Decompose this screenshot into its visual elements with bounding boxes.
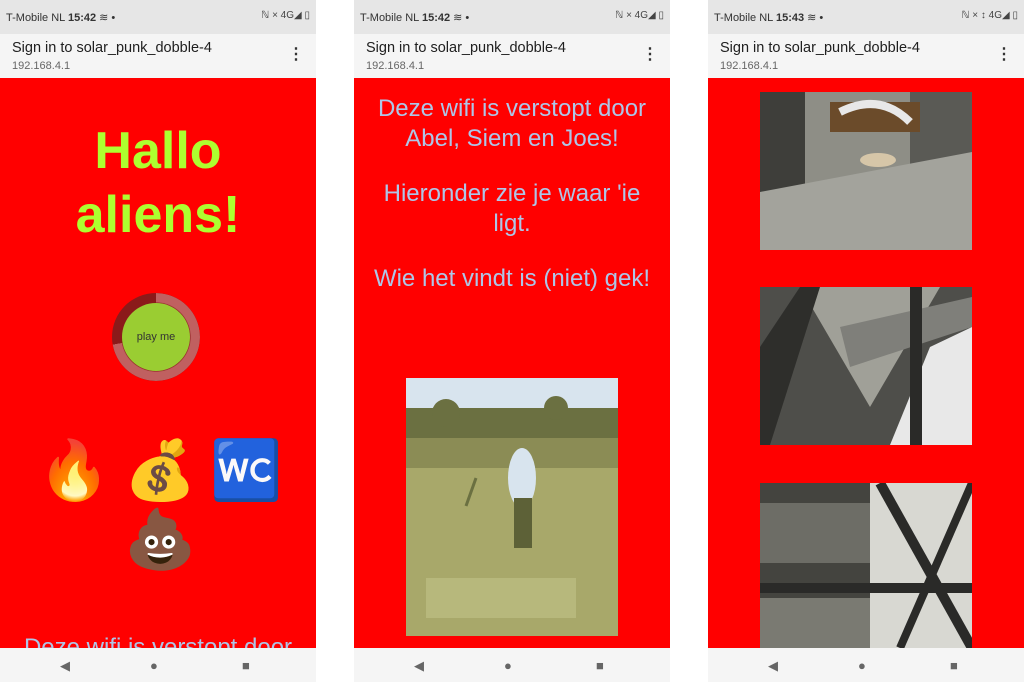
home-icon[interactable]: ● (150, 658, 158, 673)
overflow-menu-icon[interactable]: ⋮ (288, 47, 304, 63)
carrier: T-Mobile NL (360, 12, 419, 24)
back-icon[interactable]: ◀ (414, 658, 424, 674)
overflow-menu-icon[interactable]: ⋮ (642, 47, 658, 63)
home-icon[interactable]: ● (504, 658, 512, 673)
wc-icon: 🚾 (210, 438, 283, 503)
heading-line-2: aliens! (75, 186, 241, 244)
status-icons: ℕ × 4G◢ ▯ (615, 10, 664, 21)
page-title: Sign in to solar_punk_dobble-4 (720, 40, 920, 56)
intro-text-cut: Deze wifi is verstopt door (23, 634, 293, 648)
status-icons: ℕ × ↕ 4G◢ ▯ (961, 10, 1019, 21)
wifi-icon: ≋ • (807, 12, 824, 24)
clock: 15:42 (421, 12, 451, 24)
system-nav-bar: ◀ ● ■ (708, 648, 1024, 682)
url-bar: Sign in to solar_punk_dobble-4 192.168.4… (0, 34, 316, 78)
clock: 15:43 (775, 12, 805, 24)
home-icon[interactable]: ● (858, 658, 866, 673)
wifi-icon: ≋ • (99, 12, 116, 24)
carrier: T-Mobile NL (714, 12, 773, 24)
wifi-icon: ≋ • (453, 12, 470, 24)
status-bar: T-Mobile NL 15:43 ≋ • ℕ × ↕ 4G◢ ▯ (708, 0, 1024, 34)
fire-icon: 🔥 (38, 438, 111, 503)
recents-icon[interactable]: ■ (242, 658, 250, 673)
poop-icon: 💩 (124, 507, 197, 572)
page-title: Sign in to solar_punk_dobble-4 (366, 40, 566, 56)
phone-1: T-Mobile NL 15:42 ≋ • ℕ × 4G◢ ▯ Sign in … (0, 0, 316, 682)
system-nav-bar: ◀ ● ■ (354, 648, 670, 682)
url-bar: Sign in to solar_punk_dobble-4 192.168.4… (708, 34, 1024, 78)
phone-2: T-Mobile NL 15:42 ≋ • ℕ × 4G◢ ▯ Sign in … (354, 0, 670, 682)
captive-page[interactable] (708, 78, 1024, 648)
captive-page[interactable]: Hallo aliens! play me 🔥 💰 🚾 💩 Deze wifi … (0, 78, 316, 648)
page-title: Sign in to solar_punk_dobble-4 (12, 40, 212, 56)
recents-icon[interactable]: ■ (596, 658, 604, 673)
back-icon[interactable]: ◀ (60, 658, 70, 674)
overflow-menu-icon[interactable]: ⋮ (996, 47, 1012, 63)
status-bar: T-Mobile NL 15:42 ≋ • ℕ × 4G◢ ▯ (354, 0, 670, 34)
page-url: 192.168.4.1 (720, 60, 779, 72)
captive-page[interactable]: Deze wifi is verstopt door Abel, Siem en… (354, 78, 670, 648)
heading-line-1: Hallo (94, 122, 222, 180)
photo-ledge (760, 92, 972, 250)
closing-paragraph: Wie het vindt is (niet) gek! (373, 265, 651, 292)
carrier: T-Mobile NL (6, 12, 65, 24)
play-button-label: play me (122, 303, 190, 371)
intro-paragraph: Deze wifi is verstopt door Abel, Siem en… (377, 95, 647, 152)
back-icon[interactable]: ◀ (768, 658, 778, 674)
status-icons: ℕ × 4G◢ ▯ (261, 10, 310, 21)
status-bar: T-Mobile NL 15:42 ≋ • ℕ × 4G◢ ▯ (0, 0, 316, 34)
play-button[interactable]: play me (112, 293, 200, 381)
clock: 15:42 (67, 12, 97, 24)
photo-staircase (760, 287, 972, 445)
dithered-photo (406, 378, 618, 636)
page-url: 192.168.4.1 (12, 60, 71, 72)
page-url: 192.168.4.1 (366, 60, 425, 72)
url-bar: Sign in to solar_punk_dobble-4 192.168.4… (354, 34, 670, 78)
recents-icon[interactable]: ■ (950, 658, 958, 673)
system-nav-bar: ◀ ● ■ (0, 648, 316, 682)
photo-grating (760, 483, 972, 648)
phone-3: T-Mobile NL 15:43 ≋ • ℕ × ↕ 4G◢ ▯ Sign i… (708, 0, 1024, 682)
hint-paragraph: Hieronder zie je waar 'ie ligt. (383, 180, 641, 237)
money-bag-icon: 💰 (124, 438, 197, 503)
